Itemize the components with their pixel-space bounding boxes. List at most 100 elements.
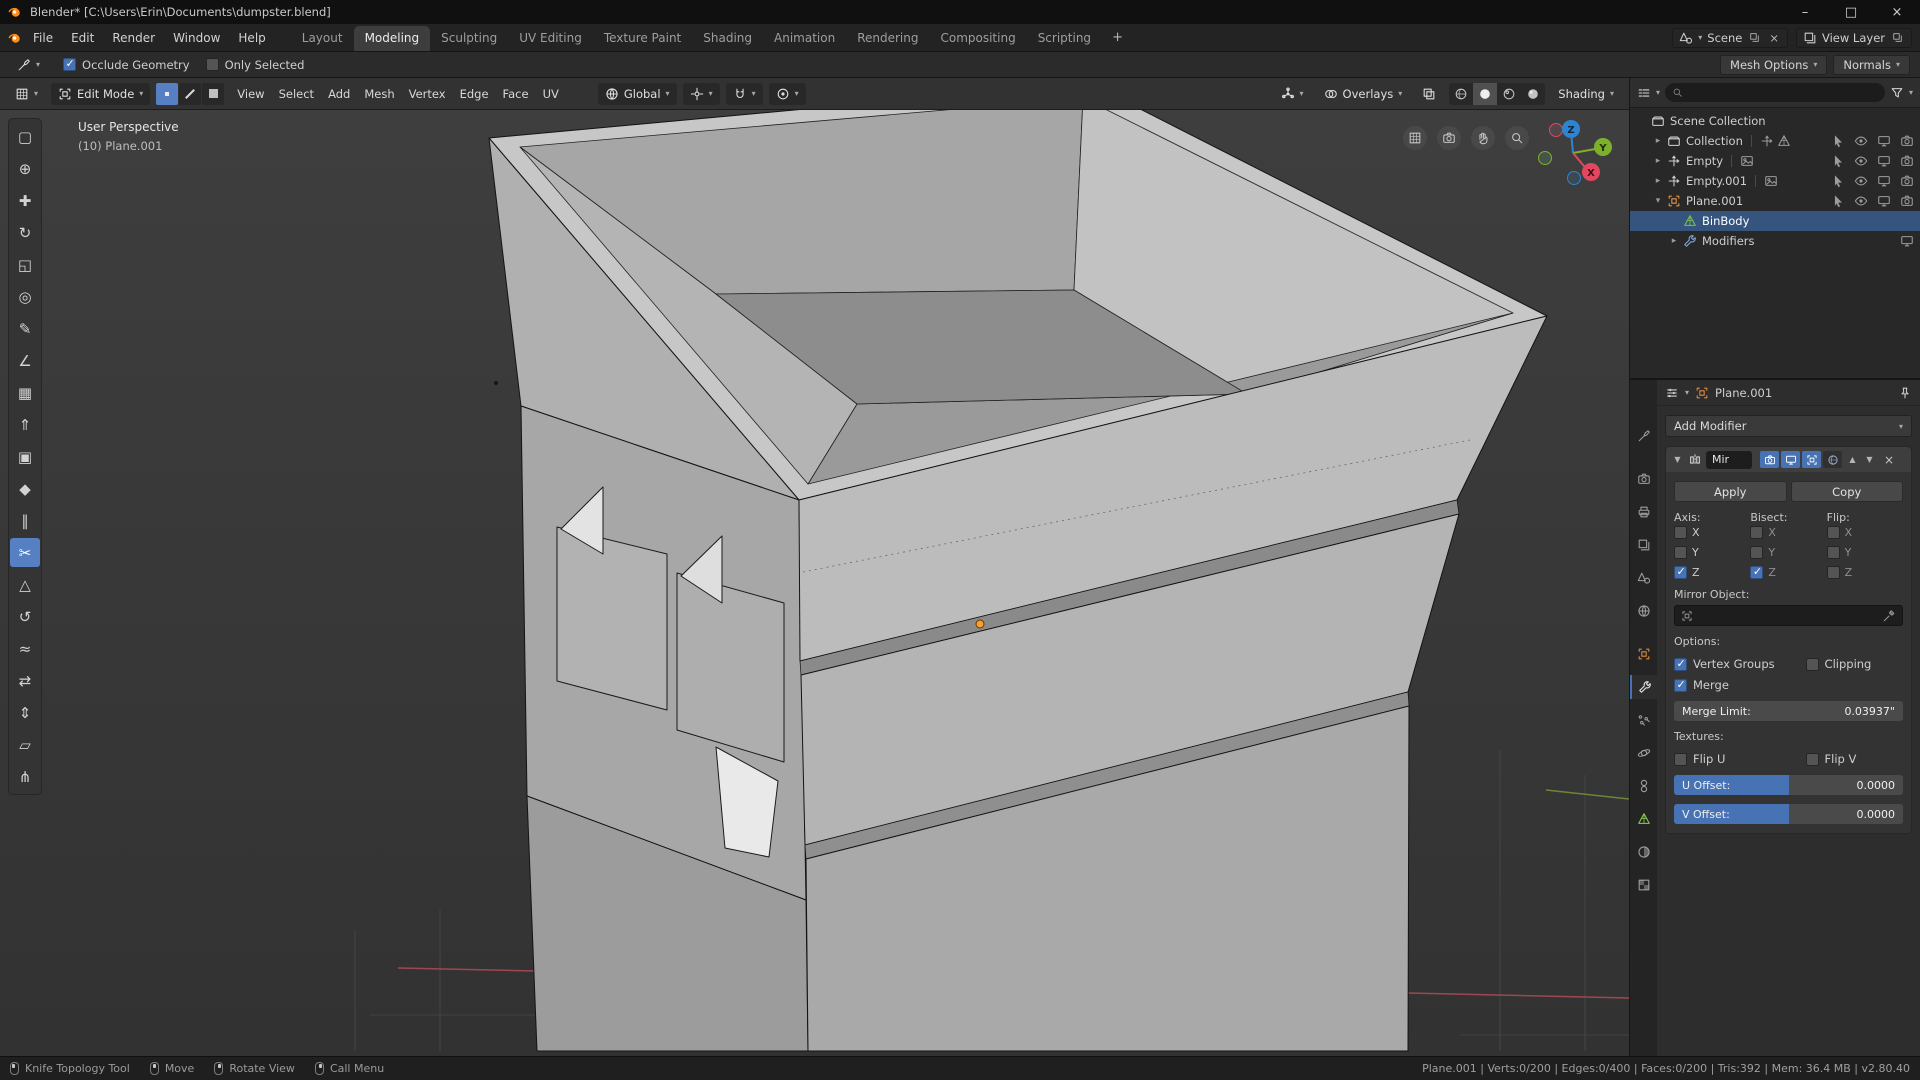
viewport-menu-select[interactable]: Select — [272, 84, 321, 104]
blender-menu-icon[interactable] — [8, 31, 22, 45]
outliner-row-empty-001[interactable]: ▸Empty.001 — [1630, 171, 1920, 191]
eye-toggle-icon[interactable] — [1854, 194, 1868, 208]
viewport-menu-uv[interactable]: UV — [536, 84, 566, 104]
pointer-toggle-icon[interactable] — [1831, 134, 1845, 148]
tool-scale-button[interactable]: ◱ — [10, 250, 40, 279]
copy-button[interactable]: Copy — [1791, 481, 1904, 502]
tool-inset-faces-button[interactable]: ▣ — [10, 442, 40, 471]
breadcrumb-object-name[interactable]: Plane.001 — [1715, 386, 1772, 400]
workspace-tab-texture-paint[interactable]: Texture Paint — [593, 26, 692, 51]
modifier-render-toggle[interactable] — [1760, 451, 1779, 468]
material-shading-button[interactable] — [1497, 83, 1521, 105]
bisect-z-checkbox[interactable] — [1750, 566, 1763, 579]
face-select-mode-button[interactable] — [202, 83, 224, 105]
v-offset-slider[interactable]: V Offset: 0.0000 — [1674, 804, 1903, 824]
show-gizmo-dropdown[interactable]: ▾ — [1274, 83, 1311, 105]
move-modifier-up-button[interactable]: ▲ — [1846, 455, 1859, 464]
tool-smooth-button[interactable]: ≈ — [10, 634, 40, 663]
flip-u-checkbox[interactable]: Flip U — [1674, 752, 1806, 766]
pin-icon[interactable] — [1898, 386, 1912, 400]
workspace-tab-scripting[interactable]: Scripting — [1027, 26, 1102, 51]
workspace-tab-sculpting[interactable]: Sculpting — [430, 26, 508, 51]
outliner-row-plane-001[interactable]: ▾Plane.001 — [1630, 191, 1920, 211]
scene-selector[interactable]: ▾ Scene × — [1672, 28, 1788, 48]
axis-x-checkbox[interactable] — [1674, 526, 1687, 539]
properties-tab-object[interactable] — [1630, 642, 1657, 666]
pointer-toggle-icon[interactable] — [1831, 154, 1845, 168]
flip-x-checkbox[interactable] — [1827, 526, 1840, 539]
properties-tab-world[interactable] — [1630, 599, 1657, 623]
pivot-point-dropdown[interactable]: ▾ — [683, 83, 720, 105]
outliner-search-field[interactable] — [1665, 83, 1885, 102]
tool-extrude-region-button[interactable]: ⇑ — [10, 410, 40, 439]
properties-tab-render[interactable] — [1630, 467, 1657, 491]
properties-tab-particles[interactable] — [1630, 708, 1657, 732]
properties-tab-physics[interactable] — [1630, 741, 1657, 765]
workspace-tab-animation[interactable]: Animation — [763, 26, 846, 51]
properties-tab-tool[interactable] — [1630, 424, 1657, 448]
mirror-bisect-y[interactable]: Y — [1750, 546, 1826, 559]
toggle-projection-button[interactable] — [1403, 126, 1427, 150]
camera-toggle-icon[interactable] — [1900, 154, 1914, 168]
disclosure-icon[interactable]: ▸ — [1668, 236, 1680, 246]
move-modifier-down-button[interactable]: ▼ — [1863, 455, 1876, 464]
occlude-geometry-checkbox[interactable]: Occlude Geometry — [63, 58, 190, 72]
outliner-row-empty[interactable]: ▸Empty — [1630, 151, 1920, 171]
properties-tab-material[interactable] — [1630, 840, 1657, 864]
monitor-toggle-icon[interactable] — [1877, 134, 1891, 148]
disclosure-icon[interactable]: ▸ — [1652, 176, 1664, 186]
tool-loop-cut-button[interactable]: ∥ — [10, 506, 40, 535]
properties-tab-object-data[interactable] — [1630, 807, 1657, 831]
navigation-gizmo[interactable]: Z Y X — [1539, 120, 1613, 185]
merge-checkbox[interactable]: Merge — [1674, 678, 1806, 692]
tool-bevel-button[interactable]: ◆ — [10, 474, 40, 503]
menu-file[interactable]: File — [24, 28, 62, 48]
mirror-bisect-z[interactable]: Z — [1750, 566, 1826, 579]
shading-dropdown[interactable]: Shading ▾ — [1551, 83, 1621, 105]
monitor-toggle-icon[interactable] — [1877, 154, 1891, 168]
disclosure-icon[interactable]: ▸ — [1652, 136, 1664, 146]
mirror-flip-z[interactable]: Z — [1827, 566, 1903, 579]
add-workspace-button[interactable]: + — [1104, 27, 1131, 48]
axis-y-checkbox[interactable] — [1674, 546, 1687, 559]
modifier-edit-mode-toggle[interactable] — [1802, 451, 1821, 468]
viewport-menu-add[interactable]: Add — [321, 84, 357, 104]
camera-toggle-icon[interactable] — [1900, 194, 1914, 208]
mirror-object-field[interactable] — [1674, 605, 1903, 626]
tool-move-button[interactable]: ✚ — [10, 186, 40, 215]
add-modifier-dropdown[interactable]: Add Modifier ▾ — [1665, 415, 1912, 437]
eye-toggle-icon[interactable] — [1854, 134, 1868, 148]
monitor-toggle-icon[interactable] — [1877, 174, 1891, 188]
mirror-bisect-x[interactable]: X — [1750, 526, 1826, 539]
transform-orientation-dropdown[interactable]: Global ▾ — [598, 83, 677, 105]
modifier-cage-toggle[interactable] — [1823, 451, 1842, 468]
outliner-row-scene-collection[interactable]: Scene Collection — [1630, 111, 1920, 131]
tool-select-box-button[interactable]: ▢ — [10, 122, 40, 151]
mirror-axis-y[interactable]: Y — [1674, 546, 1750, 559]
apply-button[interactable]: Apply — [1674, 481, 1787, 502]
pointer-toggle-icon[interactable] — [1831, 174, 1845, 188]
outliner-row-binbody[interactable]: BinBody — [1630, 211, 1920, 231]
viewport-3d-canvas[interactable]: Z Y X User Perspective (10) Plane.001 ▢⊕… — [0, 110, 1629, 1056]
menu-window[interactable]: Window — [164, 28, 229, 48]
tool-annotate-button[interactable]: ✎ — [10, 314, 40, 343]
normals-panel-button[interactable]: Normals ▾ — [1833, 55, 1910, 75]
workspace-tab-uv-editing[interactable]: UV Editing — [508, 26, 593, 51]
menu-help[interactable]: Help — [229, 28, 274, 48]
mirror-flip-y[interactable]: Y — [1827, 546, 1903, 559]
tool-rotate-button[interactable]: ↻ — [10, 218, 40, 247]
unlink-scene-button[interactable]: × — [1767, 31, 1781, 45]
tool-cursor-button[interactable]: ⊕ — [10, 154, 40, 183]
editor-type-button[interactable]: ▾ — [8, 83, 45, 105]
monitor-toggle-icon[interactable] — [1900, 234, 1914, 248]
solid-shading-button[interactable] — [1473, 83, 1497, 105]
mirror-axis-z[interactable]: Z — [1674, 566, 1750, 579]
vertex-select-mode-button[interactable] — [156, 83, 178, 105]
viewport-menu-view[interactable]: View — [230, 84, 271, 104]
properties-tab-output[interactable] — [1630, 500, 1657, 524]
mesh-options-panel-button[interactable]: Mesh Options ▾ — [1720, 55, 1827, 75]
checkbox-box[interactable] — [1806, 658, 1819, 671]
workspace-tab-shading[interactable]: Shading — [692, 26, 763, 51]
bisect-y-checkbox[interactable] — [1750, 546, 1763, 559]
menu-render[interactable]: Render — [103, 28, 164, 48]
